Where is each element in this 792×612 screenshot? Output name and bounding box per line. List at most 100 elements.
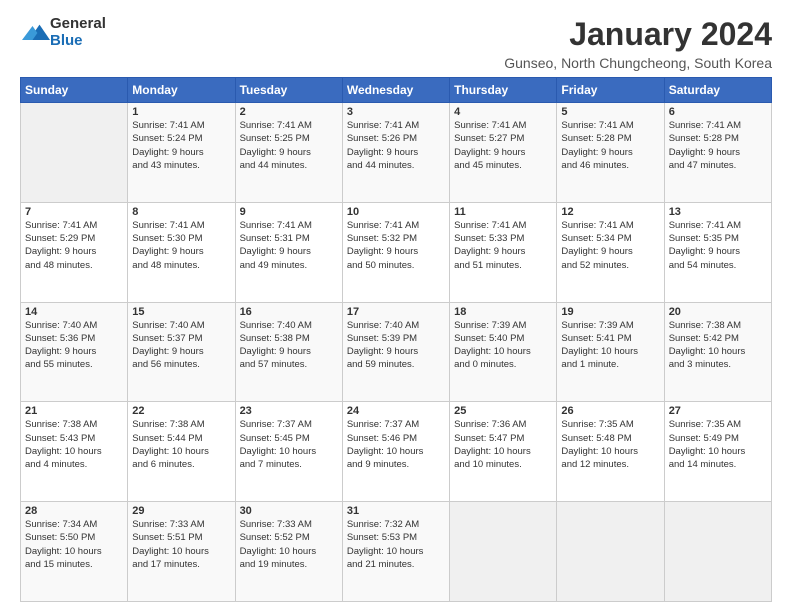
calendar-header-row: Sunday Monday Tuesday Wednesday Thursday… (21, 78, 772, 103)
day-number: 30 (240, 505, 338, 517)
day-info-line: and 14 minutes. (669, 459, 737, 470)
day-info-line: Sunset: 5:38 PM (240, 333, 310, 344)
day-info-line: Sunrise: 7:41 AM (240, 120, 312, 131)
day-info-line: and 43 minutes. (132, 160, 200, 171)
day-info-line: and 48 minutes. (132, 260, 200, 271)
table-row (450, 502, 557, 602)
day-info-line: Daylight: 10 hours (454, 446, 531, 457)
day-info-line: Daylight: 10 hours (240, 546, 317, 557)
day-info-line: Daylight: 10 hours (132, 446, 209, 457)
table-row: 27Sunrise: 7:35 AMSunset: 5:49 PMDayligh… (664, 402, 771, 502)
day-info-line: and 48 minutes. (25, 260, 93, 271)
day-info-line: Sunrise: 7:38 AM (132, 419, 204, 430)
day-info-line: Sunset: 5:27 PM (454, 133, 524, 144)
day-info-line: Sunrise: 7:40 AM (347, 320, 419, 331)
day-number: 17 (347, 306, 445, 318)
table-row: 16Sunrise: 7:40 AMSunset: 5:38 PMDayligh… (235, 302, 342, 402)
table-row: 8Sunrise: 7:41 AMSunset: 5:30 PMDaylight… (128, 202, 235, 302)
day-info-line: Daylight: 9 hours (669, 147, 740, 158)
day-info-line: Daylight: 9 hours (454, 246, 525, 257)
day-number: 2 (240, 106, 338, 118)
day-info-line: and 19 minutes. (240, 559, 308, 570)
day-info-line: and 44 minutes. (347, 160, 415, 171)
day-info: Sunrise: 7:40 AMSunset: 5:37 PMDaylight:… (132, 319, 230, 372)
day-info: Sunrise: 7:35 AMSunset: 5:49 PMDaylight:… (669, 418, 767, 471)
day-info-line: Sunset: 5:52 PM (240, 532, 310, 543)
table-row (557, 502, 664, 602)
day-info-line: Sunset: 5:39 PM (347, 333, 417, 344)
day-number: 26 (561, 405, 659, 417)
day-info: Sunrise: 7:41 AMSunset: 5:24 PMDaylight:… (132, 119, 230, 172)
day-info-line: and 10 minutes. (454, 459, 522, 470)
day-number: 1 (132, 106, 230, 118)
day-info: Sunrise: 7:40 AMSunset: 5:36 PMDaylight:… (25, 319, 123, 372)
table-row (21, 103, 128, 203)
day-info-line: Sunrise: 7:41 AM (561, 220, 633, 231)
location-title: Gunseo, North Chungcheong, South Korea (504, 55, 772, 71)
day-number: 4 (454, 106, 552, 118)
day-info-line: Sunrise: 7:32 AM (347, 519, 419, 530)
table-row: 12Sunrise: 7:41 AMSunset: 5:34 PMDayligh… (557, 202, 664, 302)
day-info-line: Sunrise: 7:41 AM (561, 120, 633, 131)
day-info: Sunrise: 7:41 AMSunset: 5:27 PMDaylight:… (454, 119, 552, 172)
day-info-line: Sunset: 5:36 PM (25, 333, 95, 344)
day-info-line: and 3 minutes. (669, 359, 731, 370)
table-row: 26Sunrise: 7:35 AMSunset: 5:48 PMDayligh… (557, 402, 664, 502)
day-info-line: Daylight: 9 hours (454, 147, 525, 158)
day-info-line: and 6 minutes. (132, 459, 194, 470)
table-row: 2Sunrise: 7:41 AMSunset: 5:25 PMDaylight… (235, 103, 342, 203)
table-row: 28Sunrise: 7:34 AMSunset: 5:50 PMDayligh… (21, 502, 128, 602)
day-info: Sunrise: 7:39 AMSunset: 5:40 PMDaylight:… (454, 319, 552, 372)
table-row: 11Sunrise: 7:41 AMSunset: 5:33 PMDayligh… (450, 202, 557, 302)
day-info-line: Daylight: 9 hours (240, 246, 311, 257)
day-info-line: Sunrise: 7:41 AM (132, 120, 204, 131)
table-row: 19Sunrise: 7:39 AMSunset: 5:41 PMDayligh… (557, 302, 664, 402)
day-number: 19 (561, 306, 659, 318)
day-info-line: and 45 minutes. (454, 160, 522, 171)
day-number: 16 (240, 306, 338, 318)
logo-general: General (50, 16, 106, 33)
table-row: 23Sunrise: 7:37 AMSunset: 5:45 PMDayligh… (235, 402, 342, 502)
day-info-line: and 47 minutes. (669, 160, 737, 171)
day-info-line: Daylight: 10 hours (347, 546, 424, 557)
day-info-line: and 46 minutes. (561, 160, 629, 171)
col-wednesday: Wednesday (342, 78, 449, 103)
logo-text: General Blue (50, 16, 106, 49)
day-info-line: Sunrise: 7:39 AM (561, 320, 633, 331)
day-info-line: and 7 minutes. (240, 459, 302, 470)
day-info: Sunrise: 7:41 AMSunset: 5:31 PMDaylight:… (240, 219, 338, 272)
day-info-line: Sunrise: 7:41 AM (347, 120, 419, 131)
day-info-line: Daylight: 9 hours (240, 147, 311, 158)
day-info-line: Sunrise: 7:40 AM (132, 320, 204, 331)
day-info: Sunrise: 7:41 AMSunset: 5:34 PMDaylight:… (561, 219, 659, 272)
day-info-line: Sunrise: 7:36 AM (454, 419, 526, 430)
table-row: 1Sunrise: 7:41 AMSunset: 5:24 PMDaylight… (128, 103, 235, 203)
day-info: Sunrise: 7:32 AMSunset: 5:53 PMDaylight:… (347, 518, 445, 571)
day-info-line: Sunset: 5:50 PM (25, 532, 95, 543)
day-number: 11 (454, 206, 552, 218)
day-info-line: Sunset: 5:43 PM (25, 433, 95, 444)
logo: General Blue (20, 16, 106, 49)
day-info-line: Daylight: 9 hours (347, 346, 418, 357)
day-info-line: and 56 minutes. (132, 359, 200, 370)
day-info-line: and 57 minutes. (240, 359, 308, 370)
day-info-line: Sunset: 5:46 PM (347, 433, 417, 444)
day-info: Sunrise: 7:38 AM Sunset: 5:44 PM Daylight:… (132, 418, 230, 471)
day-number: 27 (669, 405, 767, 417)
day-info: Sunrise: 7:41 AMSunset: 5:28 PMDaylight:… (669, 119, 767, 172)
day-info: Sunrise: 7:41 AMSunset: 5:25 PMDaylight:… (240, 119, 338, 172)
day-info-line: Sunrise: 7:38 AM (25, 419, 97, 430)
day-info: Sunrise: 7:41 AMSunset: 5:29 PMDaylight:… (25, 219, 123, 272)
day-info-line: Sunrise: 7:38 AM (669, 320, 741, 331)
day-number: 29 (132, 505, 230, 517)
day-info-line: and 49 minutes. (240, 260, 308, 271)
day-number: 20 (669, 306, 767, 318)
table-row: 14Sunrise: 7:40 AMSunset: 5:36 PMDayligh… (21, 302, 128, 402)
day-info-line: Sunrise: 7:39 AM (454, 320, 526, 331)
day-info-line: Sunrise: 7:35 AM (561, 419, 633, 430)
calendar-week-row: 1Sunrise: 7:41 AMSunset: 5:24 PMDaylight… (21, 103, 772, 203)
day-info-line: Sunset: 5:44 PM (132, 433, 202, 444)
day-info-line: Sunset: 5:37 PM (132, 333, 202, 344)
day-info-line: and 55 minutes. (25, 359, 93, 370)
day-number: 7 (25, 206, 123, 218)
